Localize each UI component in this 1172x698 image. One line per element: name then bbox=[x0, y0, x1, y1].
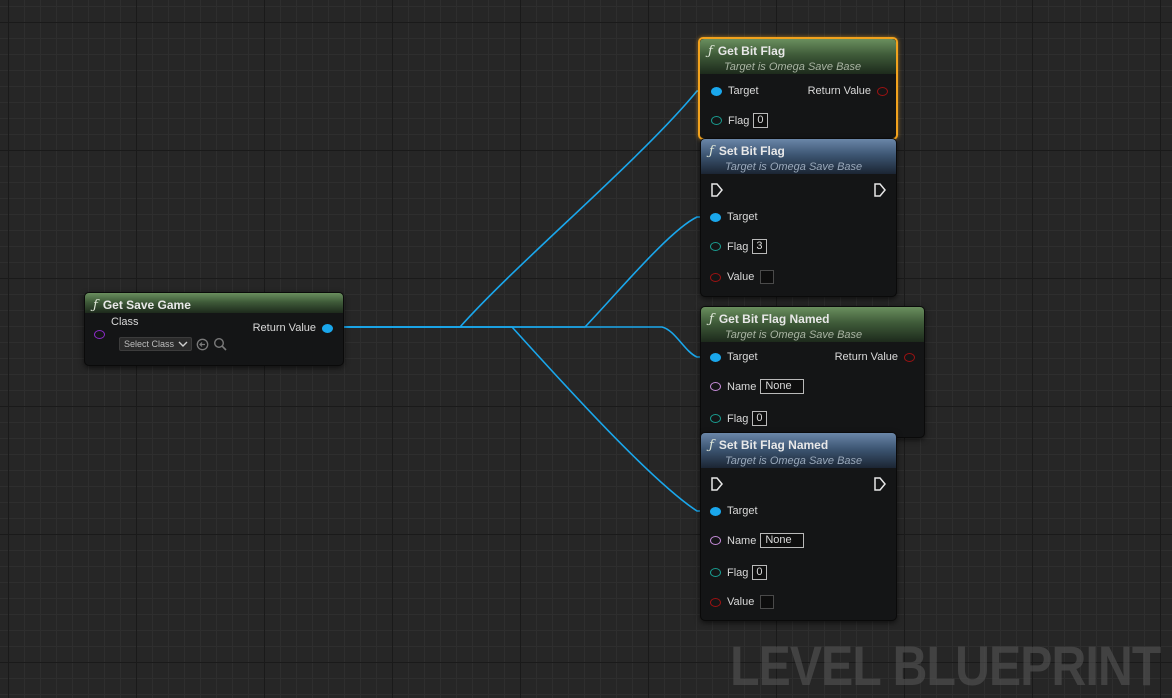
wire-to-set-bit-flag-named[interactable] bbox=[331, 326, 715, 512]
level-blueprint-watermark: LEVEL BLUEPRINT bbox=[729, 634, 1161, 697]
flag-pin-row: Flag 0 bbox=[710, 411, 767, 426]
value-label: Value bbox=[727, 596, 755, 608]
use-selected-icon[interactable] bbox=[196, 338, 209, 351]
flag-input[interactable]: 0 bbox=[753, 113, 768, 128]
class-pin[interactable] bbox=[94, 330, 105, 339]
target-label: Target bbox=[727, 351, 758, 363]
flag-pin[interactable] bbox=[710, 414, 721, 423]
flag-label: Flag bbox=[728, 114, 750, 127]
exec-out-pin[interactable] bbox=[873, 183, 887, 197]
flag-label: Flag bbox=[727, 566, 749, 579]
chevron-down-icon bbox=[178, 341, 188, 347]
node-subtitle: Target is Omega Save Base bbox=[725, 161, 863, 173]
name-input[interactable]: None bbox=[760, 379, 805, 394]
flag-pin-row: Flag 0 bbox=[710, 565, 767, 580]
value-label: Value bbox=[727, 271, 755, 283]
name-label: Name bbox=[727, 380, 757, 393]
target-pin-row: Target bbox=[710, 505, 758, 517]
target-label: Target bbox=[727, 211, 758, 223]
node-title: Get Save Game bbox=[102, 298, 191, 312]
flag-pin-row: Flag 3 bbox=[710, 239, 767, 254]
set-bit-flag-named-header[interactable]: ƒ Set Bit Flag Named Target is Omega Save… bbox=[701, 433, 896, 468]
return-value-pin-row: Return Value bbox=[835, 351, 915, 363]
function-icon: ƒ bbox=[93, 298, 98, 313]
get-bit-flag-named-node[interactable]: ƒ Get Bit Flag Named Target is Omega Save… bbox=[700, 306, 925, 438]
name-pin-row: Name None bbox=[710, 533, 805, 548]
set-bit-flag-named-node[interactable]: ƒ Set Bit Flag Named Target is Omega Save… bbox=[700, 432, 897, 621]
value-pin[interactable] bbox=[710, 272, 721, 282]
name-pin[interactable] bbox=[710, 536, 721, 545]
get-bit-flag-named-header[interactable]: ƒ Get Bit Flag Named Target is Omega Save… bbox=[701, 307, 924, 342]
target-pin[interactable] bbox=[710, 212, 721, 222]
target-label: Target bbox=[728, 85, 759, 97]
target-pin-row: Target bbox=[711, 85, 759, 97]
flag-label: Flag bbox=[727, 240, 749, 253]
name-input[interactable]: None bbox=[760, 533, 805, 548]
function-icon: ƒ bbox=[709, 438, 714, 453]
wire-to-get-bit-flag-named[interactable] bbox=[331, 326, 715, 358]
target-pin[interactable] bbox=[711, 86, 722, 96]
value-pin[interactable] bbox=[710, 597, 721, 607]
value-pin-row: Value bbox=[710, 595, 775, 609]
return-value-pin[interactable] bbox=[322, 323, 333, 333]
flag-input[interactable]: 3 bbox=[752, 239, 767, 254]
flag-pin[interactable] bbox=[711, 116, 722, 125]
select-class-dropdown[interactable]: Select Class bbox=[119, 337, 193, 351]
return-value-pin-row: Return Value bbox=[808, 85, 888, 97]
node-subtitle: Target is Omega Save Base bbox=[724, 61, 862, 73]
function-icon: ƒ bbox=[708, 44, 713, 59]
target-pin[interactable] bbox=[710, 506, 721, 516]
value-pin-row: Value bbox=[710, 270, 775, 284]
get-bit-flag-node[interactable]: ƒ Get Bit Flag Target is Omega Save Base … bbox=[698, 37, 898, 140]
node-title: Set Bit Flag bbox=[718, 144, 785, 158]
node-subtitle: Target is Omega Save Base bbox=[725, 455, 863, 467]
return-value-pin[interactable] bbox=[904, 352, 915, 362]
set-bit-flag-node[interactable]: ƒ Set Bit Flag Target is Omega Save Base … bbox=[700, 138, 897, 297]
wire-to-get-bit-flag[interactable] bbox=[331, 90, 715, 328]
target-pin-row: Target bbox=[710, 351, 758, 363]
get-bit-flag-header[interactable]: ƒ Get Bit Flag Target is Omega Save Base bbox=[700, 39, 896, 74]
get-save-game-node[interactable]: ƒ Get Save Game Class Select Class Return… bbox=[84, 292, 344, 366]
class-label: Class bbox=[111, 315, 139, 328]
flag-pin[interactable] bbox=[710, 568, 721, 577]
exec-in-pin[interactable] bbox=[710, 183, 724, 197]
target-pin[interactable] bbox=[710, 352, 721, 362]
function-icon: ƒ bbox=[709, 312, 714, 327]
return-value-label: Return Value bbox=[252, 322, 316, 334]
class-select-row: Select Class bbox=[119, 337, 227, 351]
flag-pin-row: Flag 0 bbox=[711, 113, 768, 128]
return-value-label: Return Value bbox=[807, 85, 871, 97]
flag-label: Flag bbox=[727, 412, 749, 425]
select-class-value: Select Class bbox=[124, 339, 175, 349]
value-checkbox[interactable] bbox=[760, 270, 775, 284]
wire-to-set-bit-flag[interactable] bbox=[331, 216, 715, 328]
node-subtitle: Target is Omega Save Base bbox=[725, 329, 863, 341]
target-label: Target bbox=[727, 505, 758, 517]
exec-in-pin[interactable] bbox=[710, 477, 724, 491]
target-pin-row: Target bbox=[710, 211, 758, 223]
name-pin[interactable] bbox=[710, 382, 721, 391]
return-value-pin-row: Return Value bbox=[253, 322, 333, 334]
return-value-label: Return Value bbox=[834, 351, 898, 363]
exec-out-pin[interactable] bbox=[873, 477, 887, 491]
return-value-pin[interactable] bbox=[877, 86, 888, 96]
node-title: Set Bit Flag Named bbox=[718, 438, 829, 452]
node-title: Get Bit Flag Named bbox=[718, 312, 830, 326]
flag-pin[interactable] bbox=[710, 242, 721, 251]
function-icon: ƒ bbox=[709, 144, 714, 159]
set-bit-flag-header[interactable]: ƒ Set Bit Flag Target is Omega Save Base bbox=[701, 139, 896, 174]
name-label: Name bbox=[727, 534, 757, 547]
get-save-game-header[interactable]: ƒ Get Save Game bbox=[85, 293, 343, 313]
name-pin-row: Name None bbox=[710, 379, 805, 394]
node-title: Get Bit Flag bbox=[717, 44, 786, 58]
value-checkbox[interactable] bbox=[760, 595, 775, 609]
flag-input[interactable]: 0 bbox=[752, 411, 767, 426]
browse-search-icon[interactable] bbox=[213, 337, 227, 351]
flag-input[interactable]: 0 bbox=[752, 565, 767, 580]
